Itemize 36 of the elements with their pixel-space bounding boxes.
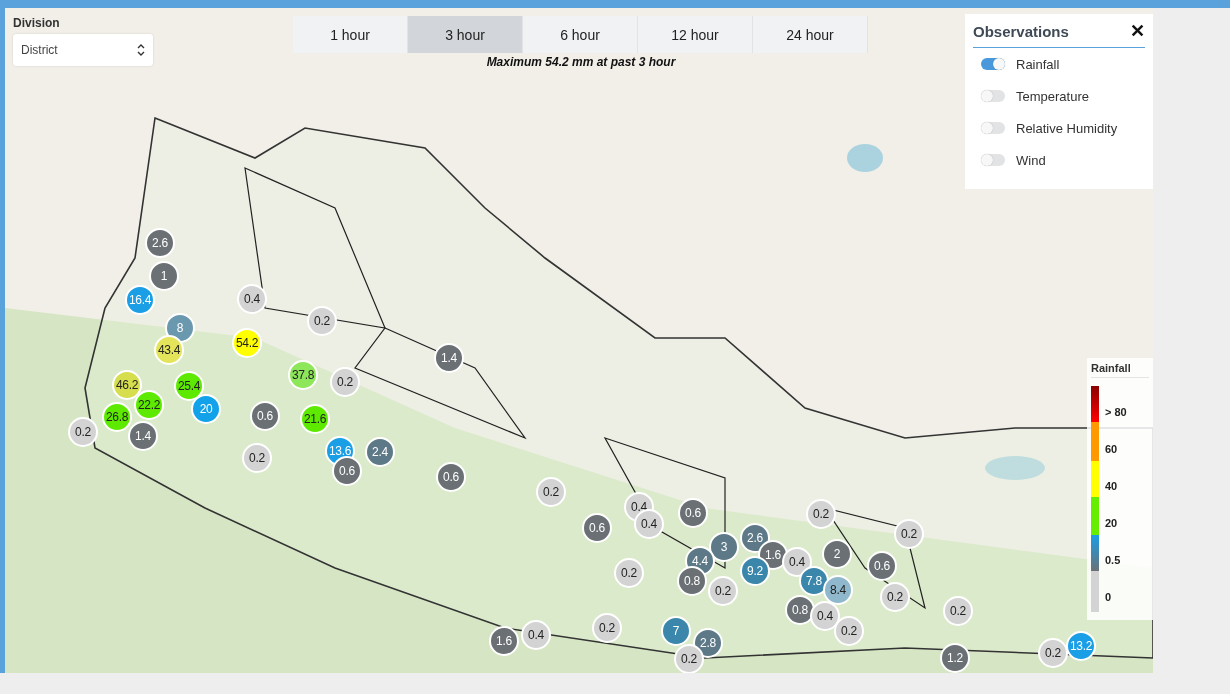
legend-title: Rainfall	[1091, 362, 1149, 378]
time-tab[interactable]: 1 hour	[293, 16, 408, 53]
toggle-switch[interactable]	[981, 58, 1005, 70]
legend-label: 0.5	[1105, 553, 1122, 568]
rainfall-marker[interactable]: 0.4	[237, 284, 267, 314]
legend-label: 60	[1105, 442, 1119, 457]
close-button[interactable]: ✕	[1130, 20, 1145, 42]
observation-label: Temperature	[1016, 88, 1089, 104]
division-label: Division	[13, 16, 61, 30]
rainfall-marker[interactable]: 0.6	[678, 498, 708, 528]
toggle-switch[interactable]	[981, 90, 1005, 102]
rainfall-marker[interactable]: 1.4	[434, 343, 464, 373]
rainfall-marker[interactable]: 2.6	[145, 228, 175, 258]
chevron-updown-icon	[137, 44, 145, 56]
observation-label: Rainfall	[1016, 56, 1060, 72]
time-tab[interactable]: 12 hour	[638, 16, 753, 53]
district-select[interactable]: District	[13, 34, 153, 66]
rainfall-marker[interactable]: 1	[149, 261, 179, 291]
observation-label: Relative Humidity	[1016, 120, 1118, 136]
toggle-switch[interactable]	[981, 154, 1005, 166]
rainfall-marker[interactable]: 0.2	[806, 499, 836, 529]
rainfall-marker[interactable]: 54.2	[232, 328, 262, 358]
legend-label: > 80	[1105, 405, 1127, 420]
legend-label: 20	[1105, 516, 1119, 531]
time-tab[interactable]: 3 hour	[408, 16, 523, 53]
rainfall-marker[interactable]: 0.2	[894, 519, 924, 549]
time-tab[interactable]: 24 hour	[753, 16, 868, 53]
panel-title: Observations	[973, 22, 1069, 40]
legend-label: 40	[1105, 479, 1119, 494]
rainfall-marker[interactable]: 0.2	[307, 306, 337, 336]
time-tab[interactable]: 6 hour	[523, 16, 638, 53]
toggle-switch[interactable]	[981, 122, 1005, 134]
rainfall-marker[interactable]: 0.2	[330, 367, 360, 397]
summary-text: Maximum 54.2 mm at past 3 hour	[485, 55, 677, 69]
legend-label: 0	[1105, 590, 1113, 605]
observation-label: Wind	[1016, 152, 1046, 168]
